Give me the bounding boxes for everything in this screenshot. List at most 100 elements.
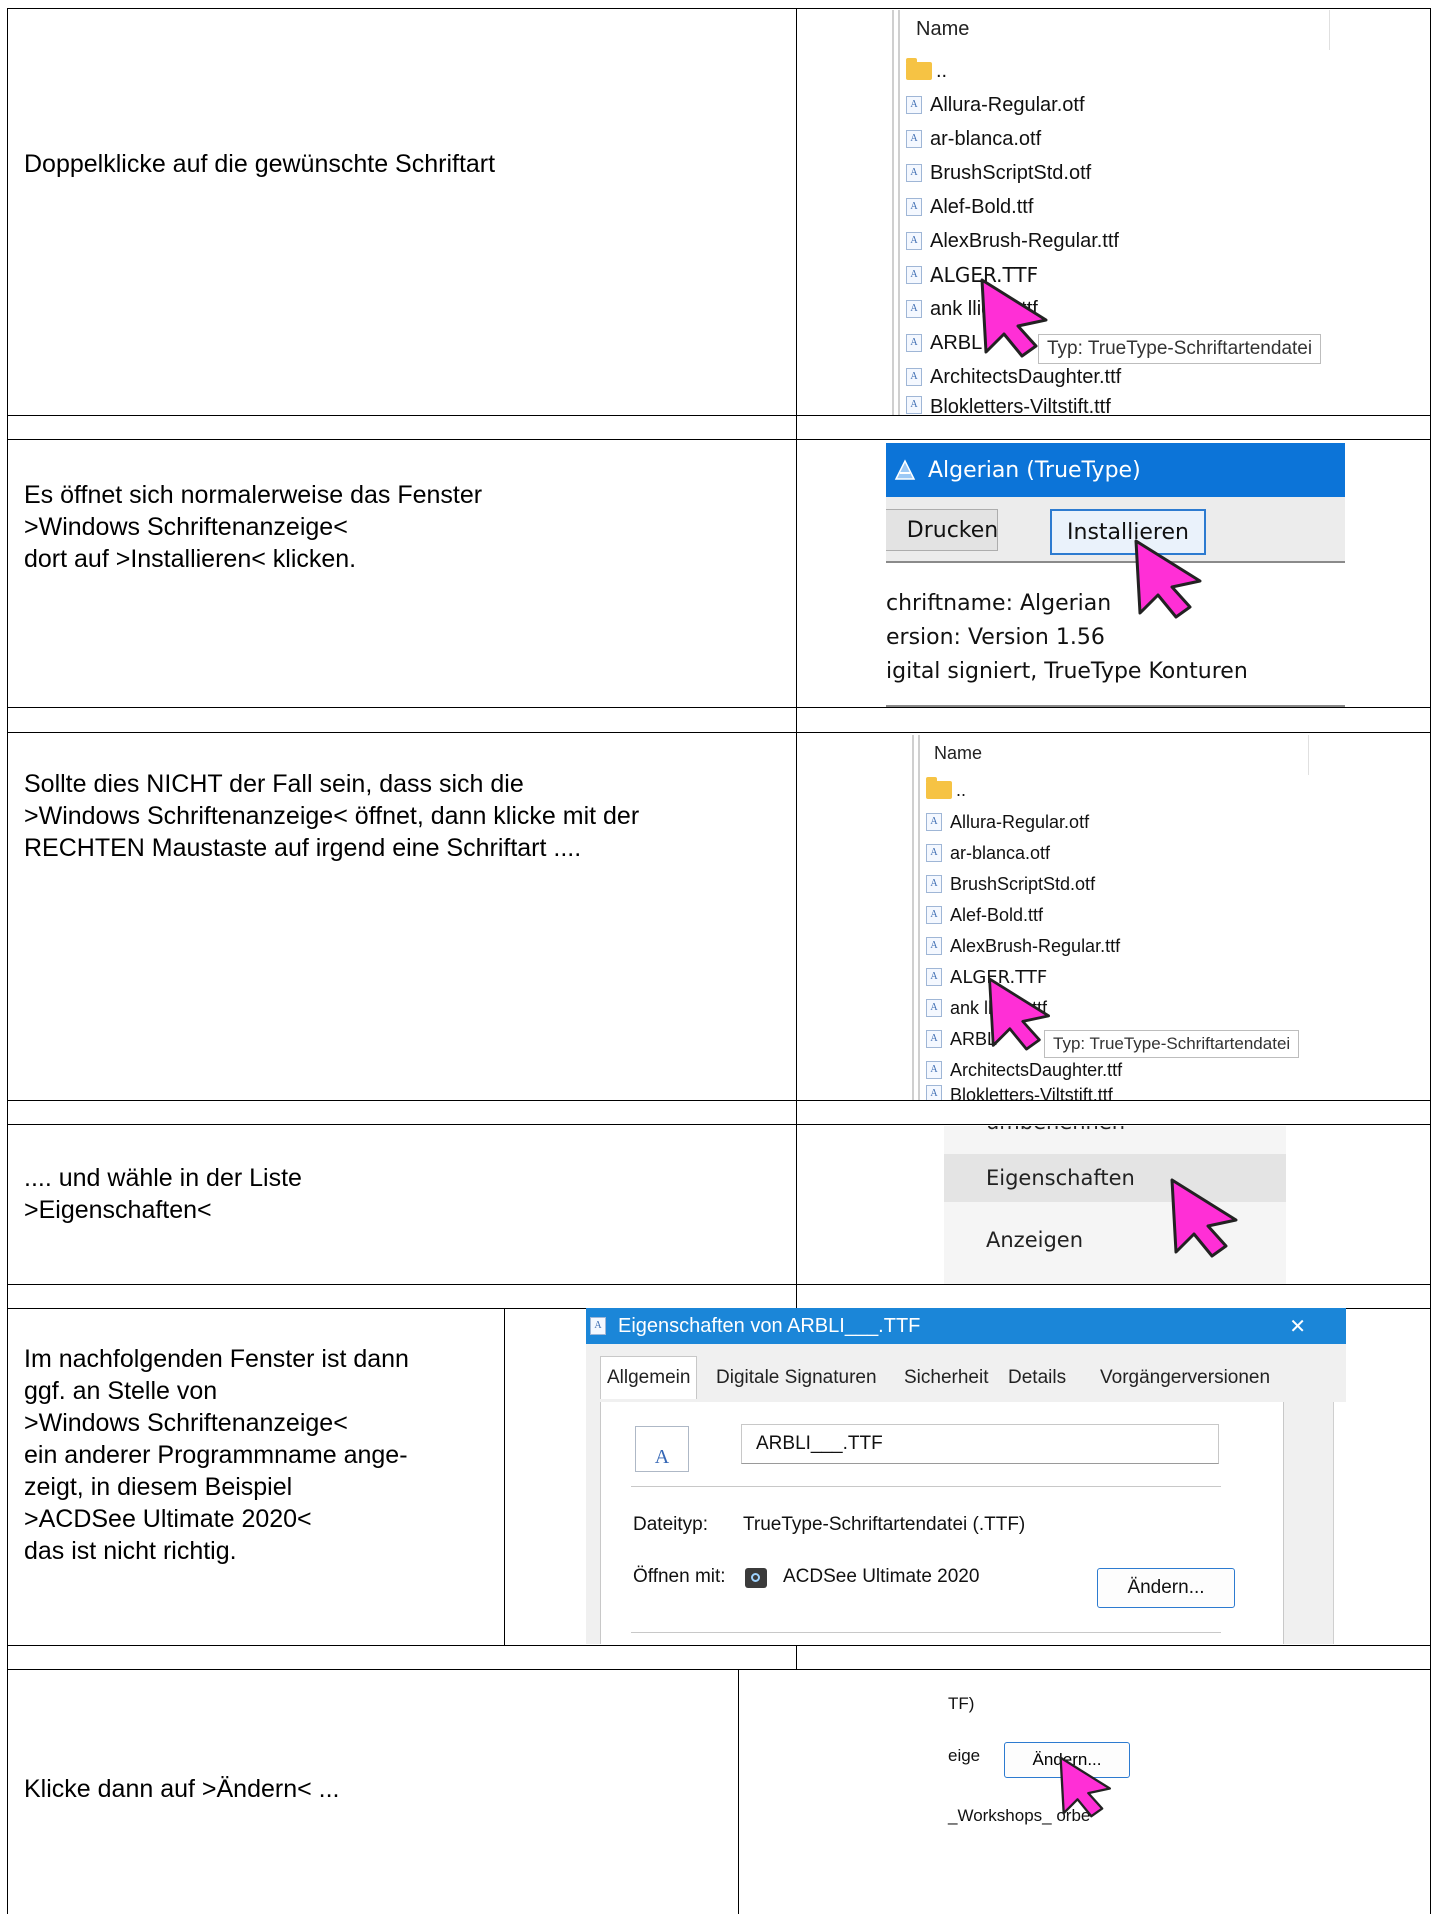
change-button[interactable]: Ändern... — [1097, 1568, 1235, 1608]
mouse-cursor-icon — [1059, 1756, 1111, 1818]
print-button[interactable]: Drucken — [886, 509, 998, 551]
mouse-cursor-icon — [1170, 1178, 1238, 1258]
font-name-line: chriftname: Algerian — [886, 591, 1112, 616]
list-item[interactable]: A ArchitectsDaughter.ttf — [926, 1055, 1122, 1085]
font-viewer-title: Algerian (TrueType) — [928, 457, 1141, 483]
font-file-icon: A — [926, 999, 942, 1017]
menu-item-rename[interactable]: umbenennen — [944, 1126, 1286, 1146]
instruction-step-1: Doppelklicke auf die gewünschte Schrifta… — [24, 150, 496, 178]
font-file-icon: A — [926, 906, 942, 924]
folder-icon — [926, 777, 952, 799]
table-line — [7, 1669, 1431, 1670]
file-name-field[interactable]: ARBLI___.TTF — [741, 1424, 1219, 1464]
mouse-cursor-icon — [980, 278, 1048, 358]
list-item[interactable]: A Allura-Regular.otf — [906, 90, 1085, 120]
mouse-cursor-icon — [988, 977, 1050, 1051]
list-item[interactable]: A BrushScriptStd.otf — [926, 869, 1095, 899]
table-border-right — [1430, 8, 1431, 1914]
font-file-icon: A — [906, 164, 922, 182]
file-type-tooltip: Typ: TrueType-Schriftartendatei — [1044, 1030, 1300, 1058]
font-app-icon — [894, 459, 916, 480]
list-item[interactable]: A Blokletters-Viltstift.ttf — [906, 396, 1111, 415]
font-file-icon: A — [906, 368, 922, 386]
instruction-step-3: Sollte dies NICHT der Fall sein, dass si… — [24, 770, 640, 862]
table-line — [7, 707, 1431, 708]
folder-icon — [906, 58, 932, 80]
tab-general[interactable]: Allgemein — [600, 1356, 698, 1399]
list-item[interactable]: A Alef-Bold.ttf — [926, 900, 1043, 930]
table-line — [7, 1645, 1431, 1646]
dialog-titlebar: A Eigenschaften von ARBLI___.TTF ✕ — [586, 1308, 1346, 1344]
tab-previous-versions[interactable]: Vorgängerversionen — [1094, 1360, 1276, 1396]
list-item[interactable]: A AlexBrush-Regular.ttf — [906, 226, 1119, 256]
instruction-step-2: Es öffnet sich normalerweise das Fenster… — [24, 481, 483, 573]
font-version-line: ersion: Version 1.56 — [886, 625, 1105, 650]
file-type-tooltip: Typ: TrueType-Schriftartendatei — [1038, 334, 1322, 364]
list-item[interactable]: A Alef-Bold.ttf — [906, 192, 1033, 222]
font-viewer-titlebar: Algerian (TrueType) — [886, 443, 1345, 497]
font-file-icon: A — [906, 300, 922, 318]
open-with-value: ACDSee Ultimate 2020 — [783, 1566, 980, 1587]
font-file-icon: A — [906, 396, 922, 414]
font-file-icon: A — [906, 266, 922, 284]
list-item[interactable]: A ArchitectsDaughter.ttf — [906, 362, 1121, 392]
open-with-label: Öffnen mit: — [633, 1566, 726, 1587]
crop-text-line: TF) — [948, 1694, 975, 1713]
column-header-name[interactable]: Name — [934, 743, 982, 764]
list-item[interactable]: A Blokletters-Viltstift.ttf — [926, 1085, 1113, 1100]
table-line — [7, 1124, 1431, 1125]
list-item[interactable]: Aar-blanca.otf — [926, 838, 1050, 868]
instruction-step-4: .... und wähle in der Liste >Eigenschaft… — [24, 1164, 302, 1224]
font-file-icon: A — [926, 813, 942, 831]
column-divider — [738, 1669, 739, 1914]
list-item[interactable]: A ARBL — [906, 328, 982, 358]
table-line — [7, 732, 1431, 733]
list-item[interactable]: A Allura-Regular.otf — [926, 807, 1089, 837]
change-button-screenshot: TF) eige Ändern... _Workshops_ orbe — [944, 1672, 1186, 1914]
general-tab-panel: A ARBLI___.TTF Dateityp: TrueType-Schrif… — [600, 1402, 1284, 1644]
tab-security[interactable]: Sicherheit — [898, 1360, 995, 1396]
font-file-icon: A — [926, 844, 942, 862]
table-line — [7, 1100, 1431, 1101]
properties-dialog-screenshot: A Eigenschaften von ARBLI___.TTF ✕ Allge… — [586, 1308, 1346, 1644]
font-file-icon: A — [926, 968, 942, 986]
font-file-icon: A — [906, 198, 922, 216]
font-file-icon: A — [906, 130, 922, 148]
list-item-parent-folder[interactable]: .. — [926, 775, 966, 805]
table-line — [7, 439, 1431, 440]
mouse-cursor-icon — [1134, 539, 1202, 619]
file-type-label: Dateityp: — [633, 1514, 708, 1535]
column-divider — [504, 1308, 505, 1645]
table-line — [7, 1284, 1431, 1285]
column-divider — [796, 1645, 797, 1669]
list-item-parent-folder[interactable]: .. — [906, 56, 947, 86]
column-header-name[interactable]: Name — [916, 18, 969, 41]
font-file-icon: A — [590, 1317, 606, 1335]
table-line — [7, 415, 1431, 416]
font-viewer-screenshot: Algerian (TrueType) Drucken Installieren… — [886, 443, 1345, 707]
table-line — [7, 8, 1431, 9]
list-item[interactable]: A AlexBrush-Regular.ttf — [926, 931, 1120, 961]
explorer-screenshot-1: Name .. A Allura-Regular.otf Aar-blanca.o… — [892, 10, 1338, 415]
font-file-icon: A — [926, 1085, 942, 1100]
font-file-icon: A — [926, 1061, 942, 1079]
explorer-screenshot-2: Name .. A Allura-Regular.otf Aar-blanca.o… — [912, 735, 1317, 1100]
list-item[interactable]: Aar-blanca.otf — [906, 124, 1041, 154]
file-type-value: TrueType-Schriftartendatei (.TTF) — [743, 1514, 1026, 1535]
instruction-step-5: Im nachfolgenden Fenster ist dann ggf. a… — [24, 1345, 409, 1565]
font-file-icon: A — [906, 96, 922, 114]
font-file-icon: A — [926, 875, 942, 893]
instruction-step-6: Klicke dann auf >Ändern< ... — [24, 1775, 340, 1803]
font-file-large-icon: A — [635, 1426, 689, 1472]
dialog-tabs: Allgemein Digitale Signaturen Sicherheit… — [586, 1344, 1346, 1402]
tab-details[interactable]: Details — [1002, 1360, 1072, 1396]
column-divider — [796, 8, 797, 1308]
font-file-icon: A — [926, 1030, 942, 1048]
acdsee-app-icon — [745, 1568, 767, 1588]
list-item[interactable]: A BrushScriptStd.otf — [906, 158, 1091, 188]
font-file-icon: A — [926, 937, 942, 955]
crop-label: eige — [948, 1746, 981, 1765]
font-signature-line: igital signiert, TrueType Konturen — [886, 659, 1248, 684]
close-icon[interactable]: ✕ — [1289, 1314, 1306, 1339]
tab-digital-signatures[interactable]: Digitale Signaturen — [710, 1360, 883, 1396]
